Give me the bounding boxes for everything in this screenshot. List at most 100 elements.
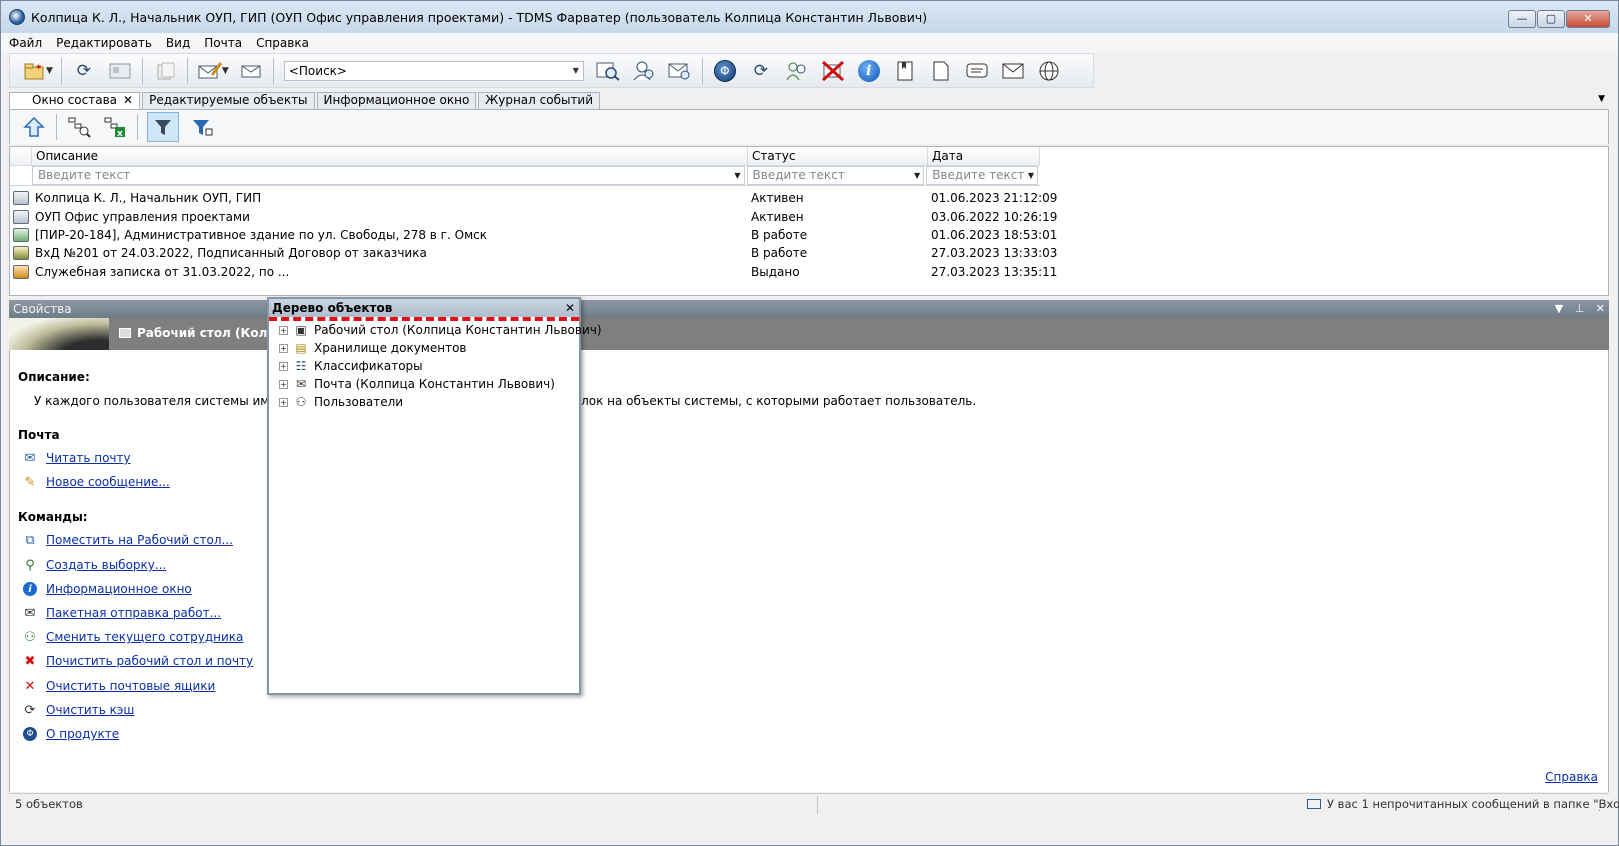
tree-node-users[interactable]: + ⚇ Пользователи bbox=[279, 393, 602, 411]
help-link[interactable]: Справка bbox=[1545, 770, 1598, 784]
compose-mail-icon[interactable] bbox=[197, 58, 223, 84]
send-mail-icon[interactable] bbox=[238, 58, 264, 84]
menu-edit[interactable]: Редактировать bbox=[56, 36, 152, 50]
table-row[interactable]: ОУП Офис управления проектами Активен 03… bbox=[10, 207, 1608, 225]
close-tree-icon[interactable]: ✕ bbox=[565, 299, 575, 317]
search-mail-icon[interactable] bbox=[667, 58, 693, 84]
expand-icon[interactable]: + bbox=[279, 361, 288, 371]
pin-icon[interactable]: ⊥ bbox=[1575, 302, 1585, 315]
clear-cache-icon[interactable]: ⟳ bbox=[748, 58, 774, 84]
resize-grip-icon[interactable]: ⋰ bbox=[1598, 803, 1607, 813]
close-panel-icon[interactable]: ✕ bbox=[1596, 302, 1605, 315]
menu-help[interactable]: Справка bbox=[256, 36, 309, 50]
link-text[interactable]: Читать почту bbox=[46, 451, 131, 465]
minimize-button[interactable]: — bbox=[1508, 10, 1536, 28]
col-modified[interactable]: Дата модификации bbox=[928, 147, 1040, 181]
bookmark-document-icon[interactable] bbox=[892, 58, 918, 84]
new-message-link[interactable]: ✎ Новое сообщение... bbox=[22, 474, 170, 490]
link-text[interactable]: Информационное окно bbox=[46, 582, 192, 596]
menu-file[interactable]: Файл bbox=[9, 36, 42, 50]
tab-event-log[interactable]: Журнал событий bbox=[478, 92, 601, 109]
maximize-button[interactable]: ▢ bbox=[1537, 10, 1565, 28]
search-combobox[interactable]: <Поиск> ▼ bbox=[283, 60, 584, 81]
filter-modified-input[interactable]: Введите текст ▼ bbox=[926, 166, 1038, 185]
clear-mailboxes-link[interactable]: ✕ Очистить почтовые ящики bbox=[22, 678, 216, 694]
tree-node-mail[interactable]: + ✉ Почта (Колпица Константин Львович) bbox=[279, 375, 602, 393]
filter-description-input[interactable]: Введите текст ▼ bbox=[31, 166, 745, 185]
table-row[interactable]: ВхД №201 от 24.03.2022, Подписанный Дого… bbox=[10, 244, 1608, 262]
find-in-tree-icon[interactable] bbox=[66, 114, 92, 140]
banner-title: Рабочий стол (Колпи bbox=[119, 326, 284, 340]
info-window-icon[interactable]: i bbox=[856, 58, 882, 84]
expand-icon[interactable]: + bbox=[279, 397, 288, 407]
batch-send-link[interactable]: ✉ Пакетная отправка работ... bbox=[22, 605, 221, 621]
link-text[interactable]: О продукте bbox=[46, 727, 119, 741]
chevron-down-icon[interactable]: ▼ bbox=[573, 66, 579, 75]
object-tree-titlebar[interactable]: Дерево объектов ✕ bbox=[269, 299, 579, 317]
tab-info-window[interactable]: Информационное окно bbox=[316, 92, 477, 109]
expand-icon[interactable]: + bbox=[279, 325, 288, 335]
link-text[interactable]: Сменить текущего сотрудника bbox=[46, 630, 243, 644]
info-window-link[interactable]: i Информационное окно bbox=[22, 581, 192, 597]
banner-artwork bbox=[9, 318, 109, 350]
link-text[interactable]: Почистить рабочий стол и почту bbox=[46, 654, 253, 668]
add-objects-icon[interactable] bbox=[152, 58, 178, 84]
message-icon[interactable] bbox=[964, 58, 990, 84]
tree-node-classifiers[interactable]: + ☷ Классификаторы bbox=[279, 357, 602, 375]
expand-icon[interactable]: + bbox=[279, 343, 288, 353]
clean-desktop-link[interactable]: ✖ Почистить рабочий стол и почту bbox=[22, 653, 254, 669]
document-icon[interactable] bbox=[928, 58, 954, 84]
search-users-icon[interactable] bbox=[631, 58, 657, 84]
properties-card-icon[interactable] bbox=[107, 58, 133, 84]
filter-status-input[interactable]: Введите текст ▼ bbox=[746, 166, 925, 185]
globe-icon[interactable] bbox=[1036, 58, 1062, 84]
link-text[interactable]: Создать выборку... bbox=[46, 558, 166, 572]
refresh-icon[interactable]: ⟳ bbox=[71, 58, 97, 84]
export-excel-icon[interactable]: x bbox=[102, 114, 128, 140]
toolbar-separator bbox=[137, 114, 138, 140]
change-employee-icon[interactable] bbox=[784, 58, 810, 84]
expand-icon[interactable]: + bbox=[279, 379, 288, 389]
tree-node-desktop[interactable]: + ▣ Рабочий стол (Колпица Константин Льв… bbox=[279, 321, 602, 339]
chevron-down-icon[interactable]: ▼ bbox=[734, 167, 740, 184]
col-description[interactable]: Описание bbox=[32, 147, 748, 165]
close-tab-icon[interactable]: ✕ bbox=[123, 93, 133, 107]
row-status: Активен bbox=[751, 191, 804, 206]
clear-cache-link[interactable]: ⟳ Очистить кэш bbox=[22, 702, 135, 718]
panel-menu-icon[interactable]: ▼ bbox=[1555, 302, 1563, 315]
link-text[interactable]: Поместить на Рабочий стол... bbox=[46, 533, 233, 547]
compose-mail-dropdown-icon[interactable]: ▼ bbox=[222, 66, 229, 76]
menu-view[interactable]: Вид bbox=[166, 36, 190, 50]
envelope-icon[interactable] bbox=[1000, 58, 1026, 84]
table-row[interactable]: [ПИР-20-184], Административное здание по… bbox=[10, 226, 1608, 244]
about-product-link[interactable]: Φ О продукте bbox=[22, 726, 119, 742]
tab-composition[interactable]: Окно состава ✕ bbox=[9, 92, 141, 109]
close-window-button[interactable]: ✕ bbox=[1566, 10, 1610, 28]
chevron-down-icon[interactable]: ▼ bbox=[1028, 167, 1034, 184]
filter-settings-icon[interactable] bbox=[189, 114, 215, 140]
create-selection-link[interactable]: ⚲ Создать выборку... bbox=[22, 557, 166, 573]
col-status[interactable]: Статус bbox=[748, 147, 928, 165]
link-text[interactable]: Очистить кэш bbox=[46, 703, 134, 717]
tree-node-document-storage[interactable]: + ▤ Хранилище документов bbox=[279, 339, 602, 357]
place-on-desktop-link[interactable]: ⧉ Поместить на Рабочий стол... bbox=[22, 532, 233, 548]
table-row[interactable]: Колпица К. Л., Начальник ОУП, ГИП Активе… bbox=[10, 189, 1608, 207]
change-employee-link[interactable]: ⚇ Сменить текущего сотрудника bbox=[22, 629, 243, 645]
about-product-icon[interactable]: Φ bbox=[712, 58, 738, 84]
new-object-icon[interactable]: ✶ bbox=[21, 58, 47, 84]
search-documents-icon[interactable] bbox=[595, 58, 621, 84]
menu-mail[interactable]: Почта bbox=[204, 36, 242, 50]
chevron-down-icon[interactable]: ▼ bbox=[914, 167, 920, 184]
link-text[interactable]: Новое сообщение... bbox=[46, 475, 170, 489]
unread-mail-status[interactable]: У вас 1 непрочитанных сообщений в папке … bbox=[1307, 797, 1619, 811]
new-object-dropdown-icon[interactable]: ▼ bbox=[46, 66, 53, 76]
read-mail-link[interactable]: ✉ Читать почту bbox=[22, 450, 131, 466]
up-arrow-icon[interactable] bbox=[21, 114, 47, 140]
table-row[interactable]: Служебная записка от 31.03.2022, по ... … bbox=[10, 263, 1608, 281]
clean-desktop-mail-icon[interactable] bbox=[820, 58, 846, 84]
tab-edited-objects[interactable]: Редактируемые объекты bbox=[142, 92, 315, 109]
link-text[interactable]: Очистить почтовые ящики bbox=[46, 679, 215, 693]
tabs-menu-icon[interactable]: ▼ bbox=[1598, 94, 1605, 104]
filter-icon[interactable] bbox=[147, 112, 179, 142]
link-text[interactable]: Пакетная отправка работ... bbox=[46, 606, 221, 620]
